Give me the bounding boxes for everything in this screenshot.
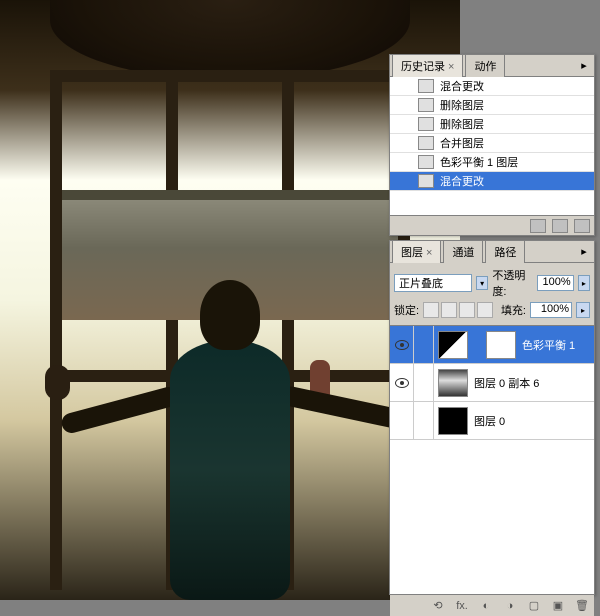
history-step-icon <box>418 155 434 169</box>
layer-name[interactable]: 图层 0 <box>474 413 505 429</box>
link-column[interactable] <box>414 402 434 439</box>
layers-panel[interactable]: 图层× 通道 路径 ▸ 正片叠底 ▾ 不透明度: 100% ▸ 锁定: 填充: … <box>389 240 595 595</box>
tab-actions[interactable]: 动作 <box>465 54 505 77</box>
mask-thumb[interactable] <box>486 331 516 359</box>
layer-row[interactable]: 图层 0 副本 6 <box>390 364 594 402</box>
close-icon[interactable]: × <box>426 247 432 259</box>
history-step-icon <box>418 98 434 112</box>
history-item-label: 混合更改 <box>440 78 484 94</box>
history-item-label: 删除图层 <box>440 116 484 132</box>
new-layer-icon[interactable]: ▣ <box>550 599 566 613</box>
curtain-drape <box>50 0 410 80</box>
opacity-value: 100% <box>543 276 571 288</box>
lock-pixels-icon[interactable] <box>441 302 457 318</box>
history-item-label: 删除图层 <box>440 97 484 113</box>
fill-input[interactable]: 100% <box>530 302 572 318</box>
layer-row[interactable]: 色彩平衡 1 <box>390 326 594 364</box>
history-item[interactable]: 混合更改 <box>390 77 594 96</box>
history-item[interactable]: 删除图层 <box>390 96 594 115</box>
history-step-icon <box>418 117 434 131</box>
new-document-icon[interactable] <box>552 219 568 233</box>
opacity-arrow-icon[interactable]: ▸ <box>578 275 590 291</box>
adjustment-icon[interactable]: ◑ <box>502 599 518 613</box>
layer-name[interactable]: 图层 0 副本 6 <box>474 375 539 391</box>
close-icon[interactable]: × <box>448 61 454 73</box>
history-step-icon <box>418 136 434 150</box>
link-column[interactable] <box>414 326 434 363</box>
layer-thumb[interactable] <box>438 369 468 397</box>
link-layers-icon[interactable]: ⟲ <box>430 599 446 613</box>
opacity-input[interactable]: 100% <box>537 275 574 291</box>
opacity-label: 不透明度: <box>492 267 533 299</box>
blend-mode-dropdown[interactable]: 正片叠底 <box>394 274 472 292</box>
tab-actions-label: 动作 <box>474 61 496 73</box>
link-icon <box>470 338 480 352</box>
history-list[interactable]: 混合更改 删除图层 删除图层 合并图层 色彩平衡 1 图层 混合更改 <box>390 77 594 215</box>
history-item[interactable]: 色彩平衡 1 图层 <box>390 153 594 172</box>
layer-row[interactable]: 图层 0 <box>390 402 594 440</box>
visibility-toggle[interactable] <box>390 364 414 401</box>
history-step-icon <box>418 174 434 188</box>
layers-tabs: 图层× 通道 路径 ▸ <box>390 241 594 263</box>
fill-value: 100% <box>541 303 569 315</box>
new-snapshot-icon[interactable] <box>530 219 546 233</box>
foreground-figure <box>130 280 330 600</box>
history-item-label: 色彩平衡 1 图层 <box>440 154 518 170</box>
fx-icon[interactable]: fx. <box>454 599 470 613</box>
tab-history[interactable]: 历史记录× <box>392 54 463 77</box>
tab-paths[interactable]: 路径 <box>485 240 525 263</box>
panel-menu-icon[interactable]: ▸ <box>576 57 592 73</box>
layers-footer: ⟲ fx. ◐ ◑ ▢ ▣ 🗑 <box>390 594 594 616</box>
tab-layers-label: 图层 <box>401 247 423 259</box>
mask-icon[interactable]: ◐ <box>478 599 494 613</box>
tab-history-label: 历史记录 <box>401 61 445 73</box>
adjustment-thumb[interactable] <box>438 331 468 359</box>
lock-icons <box>423 302 493 318</box>
panel-menu-icon[interactable]: ▸ <box>576 243 592 259</box>
eye-icon <box>395 378 409 388</box>
tab-layers[interactable]: 图层× <box>392 240 441 263</box>
lock-transparency-icon[interactable] <box>423 302 439 318</box>
fill-label: 填充: <box>501 302 526 318</box>
lock-all-icon[interactable] <box>477 302 493 318</box>
history-item[interactable]: 合并图层 <box>390 134 594 153</box>
lock-position-icon[interactable] <box>459 302 475 318</box>
blend-mode-value: 正片叠底 <box>399 275 443 291</box>
tab-channels[interactable]: 通道 <box>443 240 483 263</box>
eye-icon <box>395 340 409 350</box>
fill-arrow-icon[interactable]: ▸ <box>576 302 590 318</box>
layer-thumb[interactable] <box>438 407 468 435</box>
history-tabs: 历史记录× 动作 ▸ <box>390 55 594 77</box>
lock-label: 锁定: <box>394 302 419 318</box>
trash-icon[interactable] <box>574 219 590 233</box>
link-column[interactable] <box>414 364 434 401</box>
layers-list[interactable]: 色彩平衡 1 图层 0 副本 6 图层 0 <box>390 326 594 594</box>
history-footer <box>390 215 594 235</box>
visibility-toggle[interactable] <box>390 402 414 439</box>
layers-controls: 正片叠底 ▾ 不透明度: 100% ▸ 锁定: 填充: 100% ▸ <box>390 263 594 326</box>
trash-icon[interactable]: 🗑 <box>574 599 590 613</box>
history-panel[interactable]: 历史记录× 动作 ▸ 混合更改 删除图层 删除图层 合并图层 色彩平衡 1 图层… <box>389 54 595 236</box>
history-item[interactable]: 混合更改 <box>390 172 594 191</box>
visibility-toggle[interactable] <box>390 326 414 363</box>
tab-paths-label: 路径 <box>494 247 516 259</box>
tab-channels-label: 通道 <box>452 247 474 259</box>
history-item-label: 合并图层 <box>440 135 484 151</box>
history-item[interactable]: 删除图层 <box>390 115 594 134</box>
chevron-down-icon[interactable]: ▾ <box>476 276 488 290</box>
folder-icon[interactable]: ▢ <box>526 599 542 613</box>
history-step-icon <box>418 79 434 93</box>
history-item-label: 混合更改 <box>440 173 484 189</box>
layer-name[interactable]: 色彩平衡 1 <box>522 337 575 353</box>
